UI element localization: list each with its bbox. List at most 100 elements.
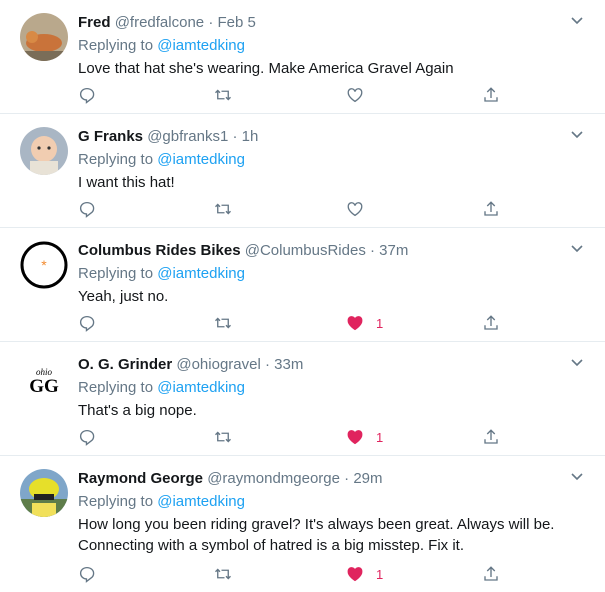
user-handle[interactable]: @ColumbusRides <box>245 242 366 259</box>
tweet-text: That's a big nope. <box>78 402 197 419</box>
share-icon <box>484 429 498 444</box>
like-icon <box>347 316 363 331</box>
tweet[interactable]: Raymond George @raymondmgeorge · 29m Rep… <box>0 456 605 592</box>
share-button[interactable] <box>482 426 500 448</box>
reply-icon <box>79 201 95 218</box>
chevron-down-icon[interactable] <box>569 469 585 485</box>
like-button[interactable] <box>346 198 364 220</box>
svg-text:*: * <box>41 257 47 273</box>
replying-to: Replying to @iamtedking <box>78 150 245 170</box>
reply-button[interactable] <box>78 426 96 448</box>
like-icon <box>347 88 363 103</box>
reply-button[interactable] <box>78 84 96 106</box>
share-button[interactable] <box>482 563 500 585</box>
timestamp[interactable]: Feb 5 <box>217 14 255 31</box>
separator-dot: · <box>344 470 350 487</box>
mention-link[interactable]: @iamtedking <box>157 493 245 510</box>
like-icon <box>347 567 363 582</box>
tweet-header: Columbus Rides Bikes @ColumbusRides · 37… <box>78 241 408 261</box>
chevron-down-icon[interactable] <box>569 241 585 257</box>
tweet-text: Yeah, just no. <box>78 288 169 305</box>
retweet-icon <box>215 431 231 443</box>
mention-link[interactable]: @iamtedking <box>157 151 245 168</box>
tweet[interactable]: G Franks @gbfranks1 · 1h Replying to @ia… <box>0 114 605 228</box>
replying-label: Replying to <box>78 265 154 282</box>
tweet-actions <box>78 84 508 106</box>
chevron-down-icon[interactable] <box>569 13 585 29</box>
like-button[interactable]: 1 <box>346 426 383 448</box>
like-button[interactable]: 1 <box>346 312 383 334</box>
replying-label: Replying to <box>78 151 154 168</box>
retweet-button[interactable] <box>214 198 232 220</box>
share-icon <box>484 315 498 330</box>
like-count: 1 <box>376 315 384 331</box>
reply-button[interactable] <box>78 312 96 334</box>
reply-icon <box>79 429 95 446</box>
share-icon <box>484 566 498 581</box>
avatar[interactable] <box>20 127 68 175</box>
mention-link[interactable]: @iamtedking <box>157 37 245 54</box>
retweet-button[interactable] <box>214 84 232 106</box>
reply-icon <box>79 315 95 332</box>
reply-button[interactable] <box>78 198 96 220</box>
user-handle[interactable]: @gbfranks1 <box>147 128 228 145</box>
mention-link[interactable]: @iamtedking <box>157 265 245 282</box>
share-button[interactable] <box>482 312 500 334</box>
tweet-actions: 1 <box>78 426 508 448</box>
timestamp[interactable]: 33m <box>274 356 303 373</box>
tweet-header: Raymond George @raymondmgeorge · 29m <box>78 469 383 489</box>
tweet-actions <box>78 198 508 220</box>
like-icon <box>347 202 363 217</box>
user-handle[interactable]: @ohiogravel <box>176 356 260 373</box>
avatar[interactable]: ohio GG <box>20 355 68 403</box>
chevron-down-icon[interactable] <box>569 355 585 371</box>
tweet-header: G Franks @gbfranks1 · 1h <box>78 127 258 147</box>
replying-label: Replying to <box>78 379 154 396</box>
retweet-icon <box>215 317 231 329</box>
like-button[interactable]: 1 <box>346 563 383 585</box>
display-name[interactable]: Columbus Rides Bikes <box>78 242 241 259</box>
share-button[interactable] <box>482 84 500 106</box>
like-button[interactable] <box>346 84 364 106</box>
display-name[interactable]: G Franks <box>78 128 143 145</box>
reply-button[interactable] <box>78 563 96 585</box>
avatar-logo-text: GG <box>29 376 59 397</box>
tweet-header: Fred @fredfalcone · Feb 5 <box>78 13 256 33</box>
mention-link[interactable]: @iamtedking <box>157 379 245 396</box>
share-icon <box>484 87 498 102</box>
tweet-text: I want this hat! <box>78 174 175 191</box>
share-icon <box>484 201 498 216</box>
replying-label: Replying to <box>78 37 154 54</box>
retweet-button[interactable] <box>214 426 232 448</box>
separator-dot: · <box>208 14 214 31</box>
separator-dot: · <box>232 128 238 145</box>
avatar[interactable] <box>20 469 68 517</box>
reply-icon <box>79 87 95 104</box>
like-icon <box>347 430 363 445</box>
display-name[interactable]: Raymond George <box>78 470 203 487</box>
share-button[interactable] <box>482 198 500 220</box>
retweet-button[interactable] <box>214 312 232 334</box>
reply-feed: Fred @fredfalcone · Feb 5 Replying to @i… <box>0 0 605 592</box>
timestamp[interactable]: 1h <box>242 128 259 145</box>
tweet[interactable]: * Columbus Rides Bikes @ColumbusRides · … <box>0 228 605 342</box>
tweet-header: O. G. Grinder @ohiogravel · 33m <box>78 355 303 375</box>
avatar[interactable] <box>20 13 68 61</box>
timestamp[interactable]: 29m <box>353 470 382 487</box>
avatar[interactable]: * <box>20 241 68 289</box>
replying-to: Replying to @iamtedking <box>78 492 245 512</box>
user-handle[interactable]: @raymondmgeorge <box>207 470 340 487</box>
tweet-actions: 1 <box>78 563 508 585</box>
replying-to: Replying to @iamtedking <box>78 378 245 398</box>
tweet[interactable]: Fred @fredfalcone · Feb 5 Replying to @i… <box>0 0 605 114</box>
tweet-actions: 1 <box>78 312 508 334</box>
chevron-down-icon[interactable] <box>569 127 585 143</box>
display-name[interactable]: O. G. Grinder <box>78 356 172 373</box>
timestamp[interactable]: 37m <box>379 242 408 259</box>
user-handle[interactable]: @fredfalcone <box>115 14 204 31</box>
separator-dot: · <box>370 242 375 259</box>
display-name[interactable]: Fred <box>78 14 111 31</box>
retweet-button[interactable] <box>214 563 232 585</box>
tweet[interactable]: ohio GG O. G. Grinder @ohiogravel · 33m R… <box>0 342 605 456</box>
separator-dot: · <box>264 356 270 373</box>
